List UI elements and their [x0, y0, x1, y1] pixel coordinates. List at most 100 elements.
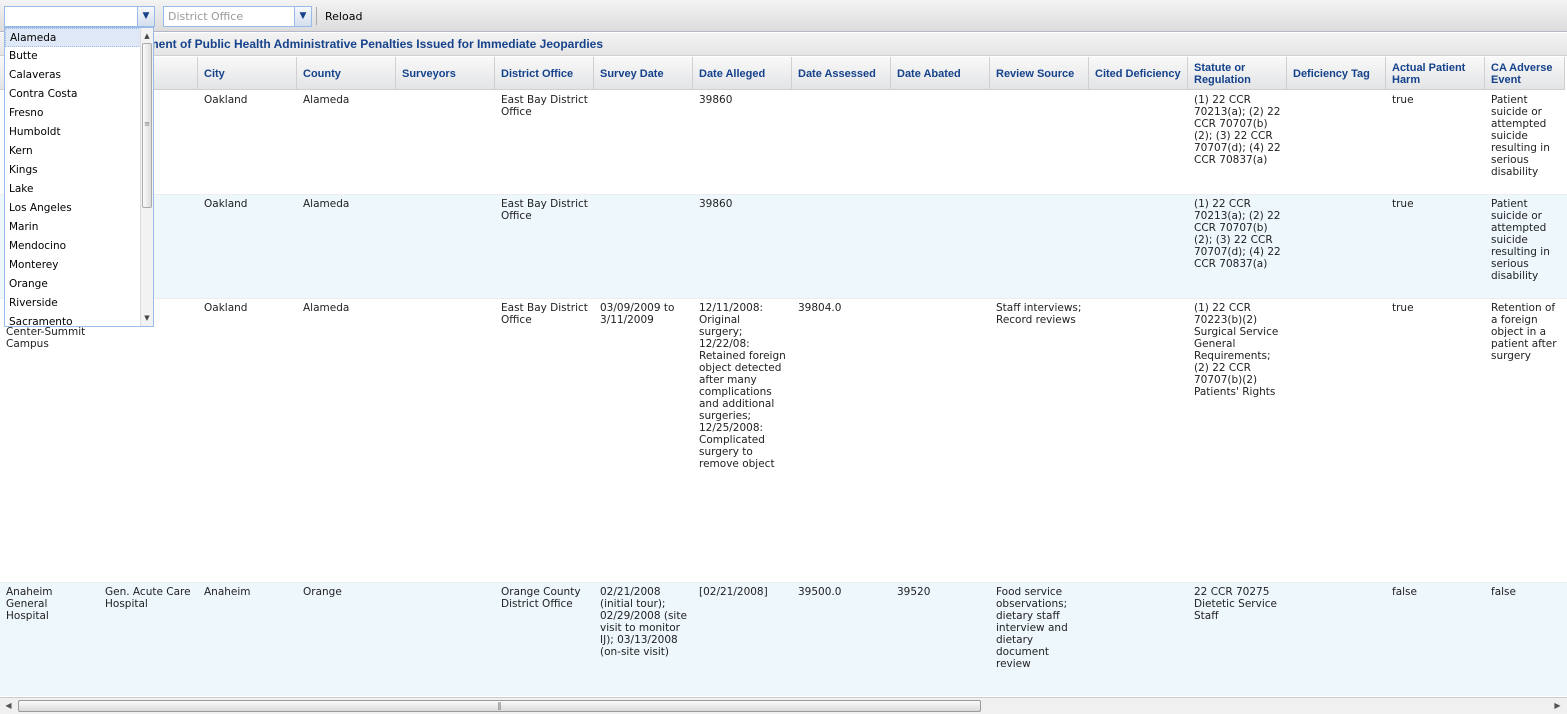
table-cell	[792, 91, 891, 194]
dropdown-scrollbar-thumb[interactable]: ≡	[142, 43, 152, 208]
table-cell: Oakland	[204, 94, 248, 106]
table-cell: Orange	[303, 586, 342, 598]
district-office-placeholder: District Office	[168, 10, 244, 23]
table-cell	[891, 299, 990, 582]
table-cell	[396, 299, 495, 582]
table-cell	[891, 195, 990, 298]
table-cell: Retention of a foreign object in a patie…	[1491, 302, 1557, 362]
column-header[interactable]: County	[297, 57, 396, 90]
table-cell: true	[1392, 198, 1414, 210]
table-cell	[990, 195, 1089, 298]
column-header[interactable]: City	[198, 57, 297, 90]
dropdown-option[interactable]: Monterey	[5, 256, 153, 275]
table-cell: false	[1491, 586, 1516, 598]
table-cell: 03/09/2009 to 3/11/2009	[600, 302, 675, 326]
table-cell: ute spital	[99, 299, 198, 582]
reload-button[interactable]: Reload	[320, 6, 367, 27]
scrollbar-thumb[interactable]: ‖	[18, 700, 981, 712]
table-cell: Patient suicide or attempted suicide res…	[1491, 198, 1550, 282]
table-cell: Anaheim General Hospital	[6, 586, 53, 622]
table-cell	[1089, 299, 1188, 582]
table-cell: (1) 22 CCR 70213(a); (2) 22 CCR 70707(b)…	[1194, 198, 1281, 270]
table-cell	[891, 91, 990, 194]
table-cell	[594, 91, 693, 194]
dropdown-option[interactable]: Contra Costa	[5, 85, 153, 104]
grid-header: City County Surveyors District Office Survey…	[0, 57, 1565, 90]
table-cell: false	[1392, 586, 1417, 598]
table-cell: Staff interviews; Record reviews	[996, 302, 1082, 326]
table-cell: 39520	[897, 586, 931, 598]
dropdown-option[interactable]: Alameda	[5, 28, 153, 47]
table-cell: Food service observations; dietary staff…	[996, 586, 1068, 670]
toolbar-separator	[316, 7, 317, 25]
dropdown-option[interactable]: Lake	[5, 180, 153, 199]
table-cell	[396, 195, 495, 298]
table-cell: Anaheim	[204, 586, 251, 598]
dropdown-option[interactable]: Kern	[5, 142, 153, 161]
column-header[interactable]: Date Assessed	[792, 57, 891, 90]
table-cell	[1089, 91, 1188, 194]
table-cell: Oakland	[204, 198, 248, 210]
column-header[interactable]: Survey Date	[594, 57, 693, 90]
column-header[interactable]: Date Abated	[891, 57, 990, 90]
scroll-left-icon[interactable]: ◀	[0, 699, 17, 713]
column-header[interactable]: Deficiency Tag	[1287, 57, 1386, 90]
scroll-up-icon[interactable]: ▲	[141, 30, 153, 42]
dropdown-option[interactable]: Sacramento	[5, 313, 153, 326]
column-header[interactable]: Surveyors	[396, 57, 495, 90]
district-office-combobox[interactable]: District Office ▼	[163, 6, 312, 27]
column-header[interactable]: CA Adverse Event	[1485, 57, 1565, 90]
table-cell	[1287, 583, 1386, 696]
table-cell: East Bay District Office	[501, 198, 588, 222]
table-cell: 39860	[699, 94, 733, 106]
dropdown-option[interactable]: Riverside	[5, 294, 153, 313]
table-row[interactable]: ute spitalOaklandAlamedaEast Bay Distric…	[0, 195, 1567, 299]
column-header[interactable]: Review Source	[990, 57, 1089, 90]
table-cell: East Bay District Office	[501, 302, 588, 326]
dropdown-option[interactable]: Marin	[5, 218, 153, 237]
table-cell: 22 CCR 70275 Dietetic Service Staff	[1194, 586, 1277, 622]
county-dropdown-list: Alameda Butte Calaveras Contra Costa Fresno H…	[4, 27, 154, 327]
column-header[interactable]: Statute or Regulation	[1188, 57, 1287, 90]
column-header[interactable]: Cited Deficiency	[1089, 57, 1188, 90]
table-cell: 12/11/2008: Original surgery; 12/22/08: …	[699, 302, 786, 470]
table-cell	[594, 195, 693, 298]
table-row[interactable]: Anaheim General Hospital Gen. Acute Care …	[0, 583, 1567, 696]
chevron-down-icon[interactable]: ▼	[137, 7, 154, 26]
table-cell: Orange County District Office	[501, 586, 581, 610]
dropdown-option[interactable]: Mendocino	[5, 237, 153, 256]
dropdown-scrollbar[interactable]: ▲ ≡ ▼	[140, 28, 153, 326]
dropdown-option[interactable]: Orange	[5, 275, 153, 294]
column-header[interactable]: Actual Patient Harm	[1386, 57, 1485, 90]
table-cell: Alameda	[303, 94, 350, 106]
table-row[interactable]: ute spitalOaklandAlamedaEast Bay Distric…	[0, 91, 1567, 195]
table-cell	[792, 195, 891, 298]
table-cell	[1287, 299, 1386, 582]
horizontal-scrollbar[interactable]: ◀ ‖ ▶	[0, 697, 1567, 714]
grid-title: ment of Public Health Administrative Pen…	[0, 33, 1567, 56]
table-cell: Alameda	[303, 302, 350, 314]
table-cell: (1) 22 CCR 70223(b)(2) Surgical Service …	[1194, 302, 1279, 398]
dropdown-option[interactable]: Butte	[5, 47, 153, 66]
table-cell: (1) 22 CCR 70213(a); (2) 22 CCR 70707(b)…	[1194, 94, 1281, 166]
table-cell	[1287, 91, 1386, 194]
dropdown-option[interactable]: Humboldt	[5, 123, 153, 142]
dropdown-option[interactable]: Los Angeles	[5, 199, 153, 218]
grid-body: ute spital Oakland Alameda East Bay Distric…	[0, 91, 1567, 696]
chevron-down-icon[interactable]: ▼	[294, 7, 311, 26]
table-cell: [02/21/2008]	[699, 586, 768, 598]
table-cell: true	[1392, 94, 1414, 106]
table-cell: Oakland	[204, 302, 248, 314]
scroll-right-icon[interactable]: ▶	[1549, 699, 1566, 713]
table-cell: Center-Summit Campus	[6, 326, 86, 350]
table-cell: Alameda	[303, 198, 350, 210]
table-row[interactable]: Center-Summit Campus ute spital Oakland Ala…	[0, 299, 1567, 583]
table-cell: true	[1392, 302, 1414, 314]
dropdown-option[interactable]: Calaveras	[5, 66, 153, 85]
dropdown-option[interactable]: Kings	[5, 161, 153, 180]
column-header[interactable]: Date Alleged	[693, 57, 792, 90]
column-header[interactable]: District Office	[495, 57, 594, 90]
county-combobox[interactable]: ▼	[4, 6, 155, 27]
dropdown-option[interactable]: Fresno	[5, 104, 153, 123]
scroll-down-icon[interactable]: ▼	[141, 312, 153, 324]
